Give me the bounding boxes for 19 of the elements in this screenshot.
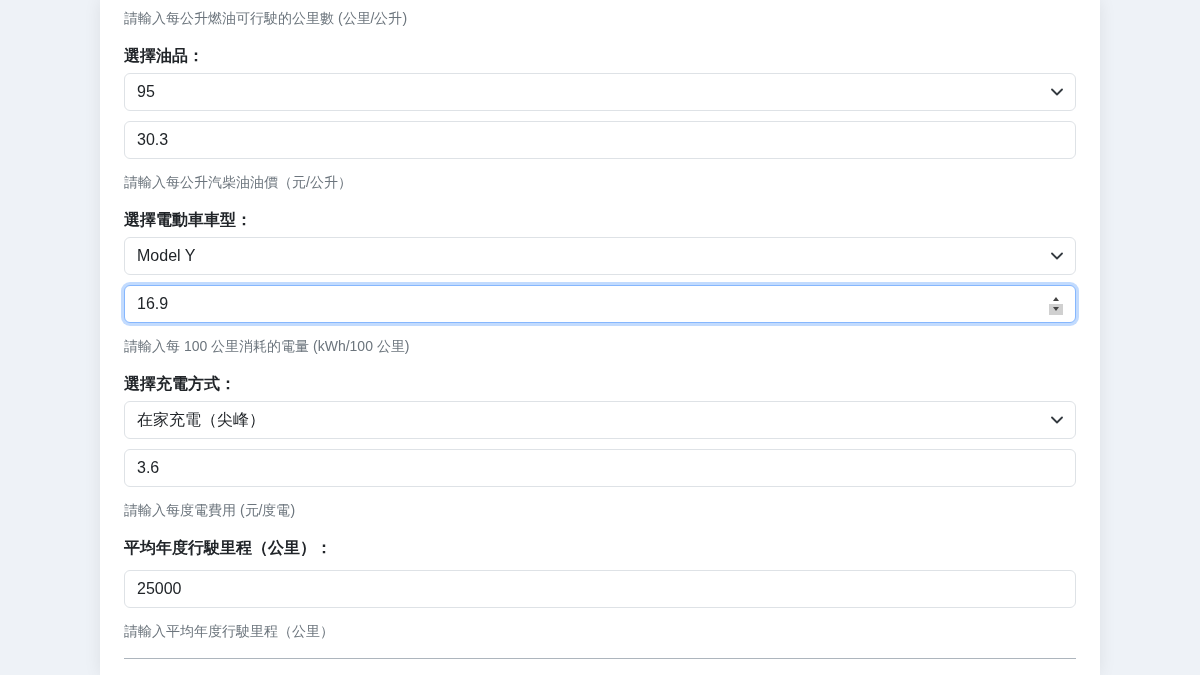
help-text: 請輸入每度電費用 (元/度電) <box>124 501 297 520</box>
help-text: 請輸入平均年度行駛里程（公里） <box>124 622 335 641</box>
select-dropdown[interactable]: 95 <box>124 73 1076 111</box>
help-text: 請輸入每 100 公里消耗的電量 (kWh/100 公里) <box>124 337 411 356</box>
select-dropdown[interactable]: Model Y <box>124 237 1076 275</box>
field-label: 選擇充電方式： <box>124 374 237 394</box>
help-text: 請輸入每公升燃油可行駛的公里數 (公里/公升) <box>124 9 409 28</box>
input-field[interactable]: 30.3 <box>124 121 1076 159</box>
field-label: 選擇電動車車型： <box>124 210 253 230</box>
chevron-down-icon <box>1051 252 1063 260</box>
input-field[interactable]: 16.9 <box>124 285 1076 323</box>
chevron-down-icon <box>1051 416 1063 424</box>
select-dropdown[interactable]: 在家充電（尖峰） <box>124 401 1076 439</box>
help-text: 請輸入每公升汽柴油油價（元/公升） <box>124 173 353 192</box>
field-label: 平均年度行駛里程（公里）： <box>124 538 333 558</box>
chevron-down-icon <box>1051 88 1063 96</box>
input-field[interactable]: 25000 <box>124 570 1076 608</box>
field-label: 選擇油品： <box>124 46 205 66</box>
input-field[interactable]: 3.6 <box>124 449 1076 487</box>
